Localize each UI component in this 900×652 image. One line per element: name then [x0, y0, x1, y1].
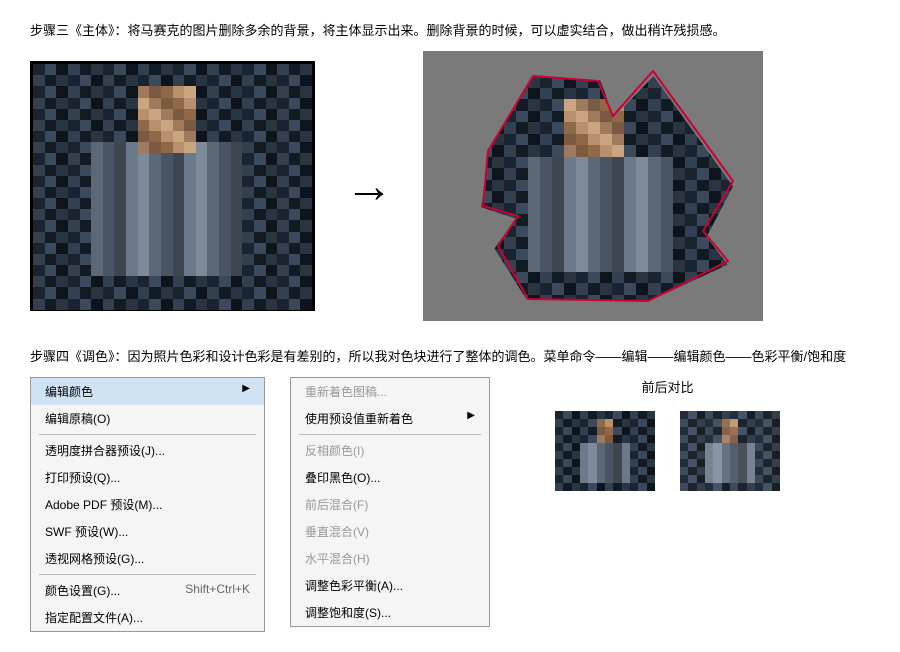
- menu-item[interactable]: 使用预设值重新着色 ▶: [291, 405, 489, 432]
- menu-shortcut: Shift+Ctrl+K: [185, 582, 250, 596]
- menu-item-label: 反相颜色(I): [305, 444, 364, 458]
- menu-item[interactable]: 透视网格预设(G)...: [31, 545, 264, 572]
- menu-item-label: Adobe PDF 预设(M)...: [45, 498, 162, 512]
- menu-item-label: 重新着色图稿...: [305, 385, 387, 399]
- arrow-icon: →: [345, 159, 393, 214]
- menu-item[interactable]: 叠印黑色(O)...: [291, 464, 489, 491]
- menu-item[interactable]: 编辑原稿(O): [31, 405, 264, 432]
- submenu-arrow-icon: ▶: [242, 383, 250, 394]
- menu-item[interactable]: 透明度拼合器预设(J)...: [31, 437, 264, 464]
- menu-item[interactable]: 垂直混合(V): [291, 518, 489, 545]
- menu-item-label: 垂直混合(V): [305, 525, 369, 539]
- compare-label: 前后对比: [555, 377, 780, 396]
- menu-divider: [299, 434, 481, 435]
- step4-content: 编辑颜色 ▶ 编辑原稿(O) 透明度拼合器预设(J)... 打印预设(Q)... Adob…: [30, 377, 870, 632]
- menu-item-label: 调整饱和度(S)...: [305, 606, 391, 620]
- menu-item-label: 指定配置文件(A)...: [45, 611, 143, 625]
- submenu-arrow-icon: ▶: [467, 410, 475, 421]
- menu-item[interactable]: 颜色设置(G)... Shift+Ctrl+K: [31, 577, 264, 604]
- menu-item-label: 透视网格预设(G)...: [45, 552, 144, 566]
- menu-item-label: 透明度拼合器预设(J)...: [45, 444, 165, 458]
- menu-item-label: 叠印黑色(O)...: [305, 471, 380, 485]
- menu-item[interactable]: 调整饱和度(S)...: [291, 599, 489, 626]
- menu-item[interactable]: 编辑颜色 ▶: [31, 378, 264, 405]
- menu-divider: [39, 574, 256, 575]
- submenu: 重新着色图稿... 使用预设值重新着色 ▶ 反相颜色(I) 叠印黑色(O)... 前后混合…: [290, 377, 490, 627]
- menu-item[interactable]: 反相颜色(I): [291, 437, 489, 464]
- compare-section: 前后对比: [555, 377, 780, 491]
- main-context-menu: 编辑颜色 ▶ 编辑原稿(O) 透明度拼合器预设(J)... 打印预设(Q)... Adob…: [30, 377, 265, 632]
- photo-before: [30, 61, 315, 311]
- menu-divider: [39, 434, 256, 435]
- photo-after: [423, 51, 763, 321]
- compare-after-thumb: [680, 411, 780, 491]
- menu-item[interactable]: 打印预设(Q)...: [31, 464, 264, 491]
- menu-item-label: SWF 预设(W)...: [45, 525, 128, 539]
- menu-item[interactable]: 重新着色图稿...: [291, 378, 489, 405]
- menu-item-label: 水平混合(H): [305, 552, 370, 566]
- menu-item-label: 调整色彩平衡(A)...: [305, 579, 403, 593]
- menu-item[interactable]: Adobe PDF 预设(M)...: [31, 491, 264, 518]
- menu-item-label: 使用预设值重新着色: [305, 412, 413, 426]
- menu-item[interactable]: 水平混合(H): [291, 545, 489, 572]
- menu-item-label: 前后混合(F): [305, 498, 368, 512]
- menu-item[interactable]: SWF 预设(W)...: [31, 518, 264, 545]
- step4-text: 步骤四《调色》：因为照片色彩和设计色彩是有差别的，所以我对色块进行了整体的调色。…: [30, 346, 870, 365]
- menu-item-label: 颜色设置(G)...: [45, 584, 120, 598]
- menu-item[interactable]: 指定配置文件(A)...: [31, 604, 264, 631]
- menu-item[interactable]: 调整色彩平衡(A)...: [291, 572, 489, 599]
- menu-item-label: 编辑颜色: [45, 385, 93, 399]
- menu-item[interactable]: 前后混合(F): [291, 491, 489, 518]
- compare-before-thumb: [555, 411, 655, 491]
- step3-text: 步骤三《主体》：将马赛克的图片删除多余的背景，将主体显示出来。删除背景的时候，可…: [30, 20, 870, 39]
- menu-item-label: 打印预设(Q)...: [45, 471, 120, 485]
- menu-item-label: 编辑原稿(O): [45, 412, 110, 426]
- step3-images-row: →: [30, 51, 870, 321]
